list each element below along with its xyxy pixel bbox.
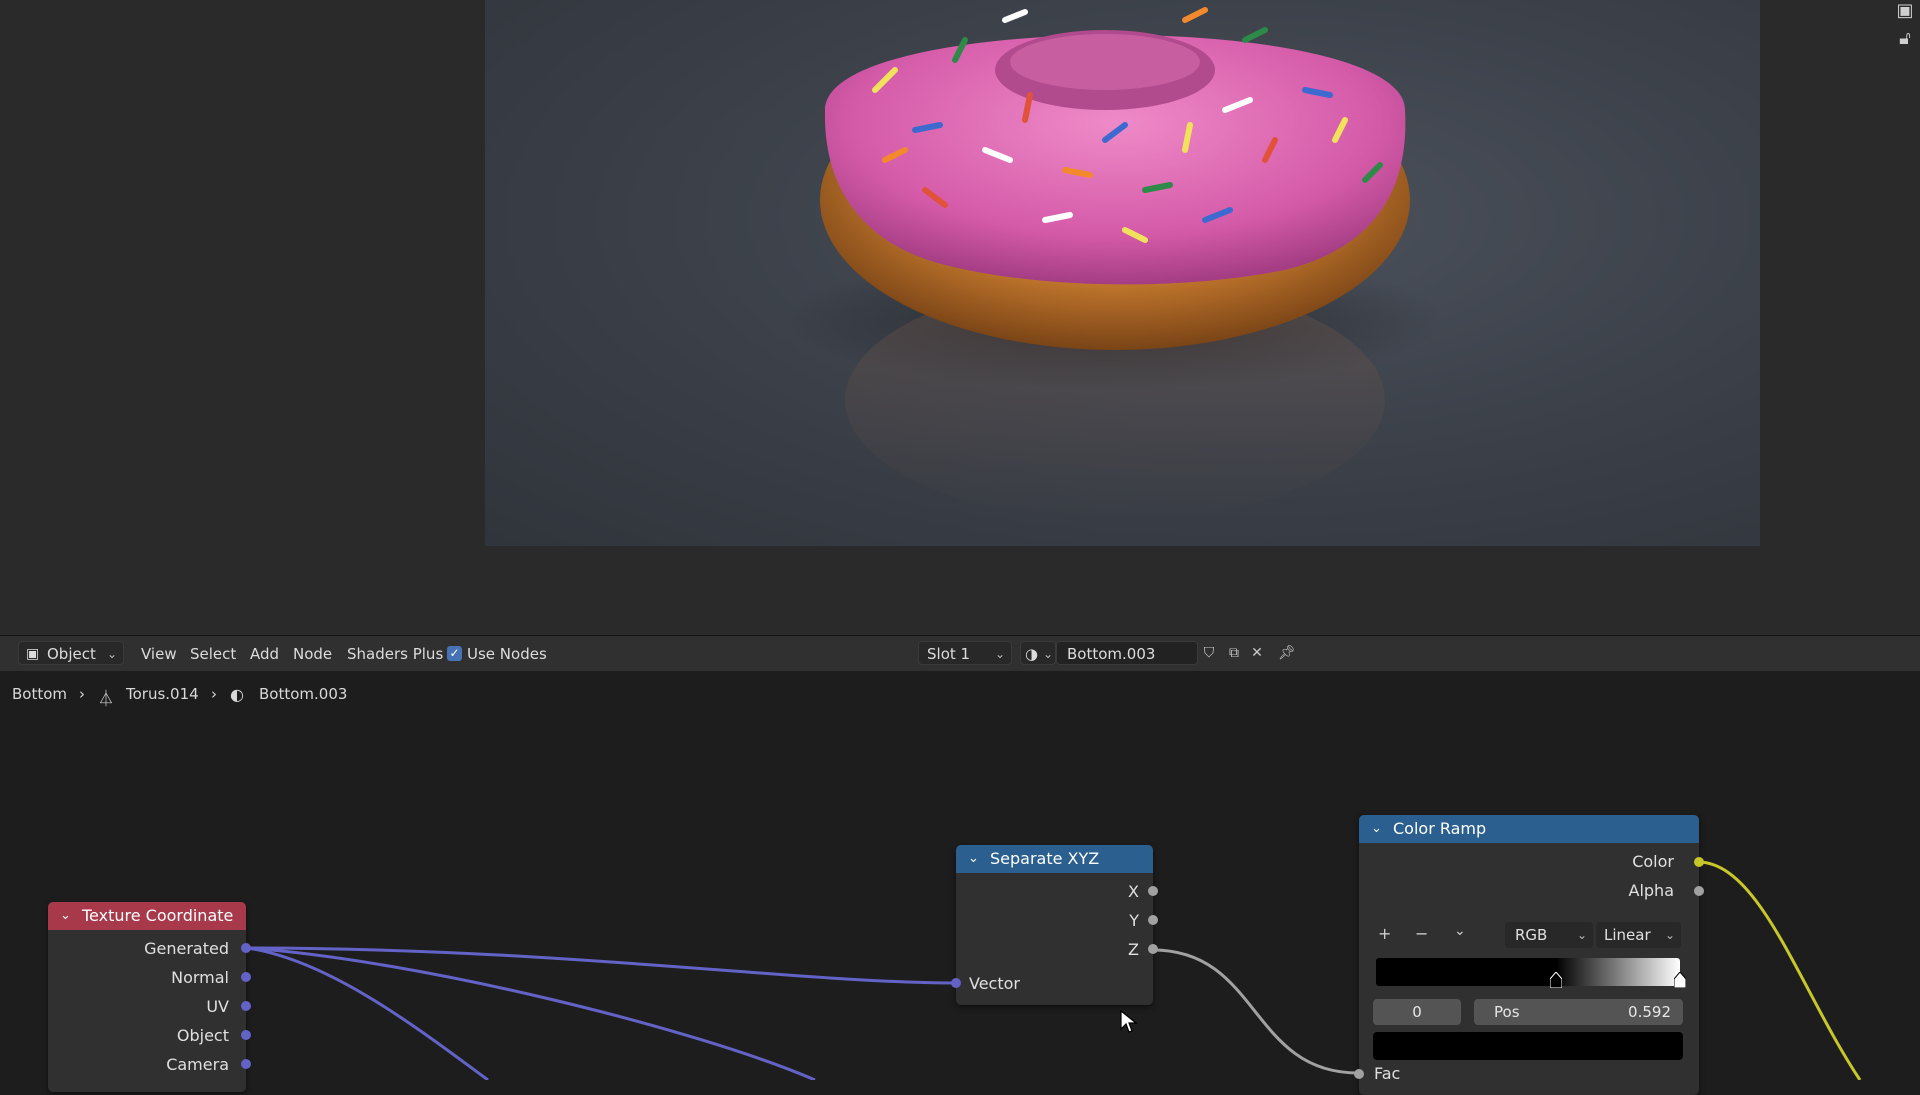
socket-uv[interactable]	[241, 1001, 251, 1011]
menu-node[interactable]: Node	[293, 645, 332, 663]
output-label-alpha: Alpha	[1628, 881, 1675, 900]
output-label-color: Color	[1632, 852, 1674, 871]
pos-label: Pos	[1494, 1003, 1520, 1021]
color-mode-select[interactable]: RGB ⌄	[1505, 922, 1593, 948]
menu-shaders-plus[interactable]: Shaders Plus	[347, 645, 443, 663]
use-nodes-label: Use Nodes	[467, 645, 547, 663]
material-name: Bottom.003	[1067, 645, 1156, 663]
render-preview[interactable]	[485, 0, 1760, 546]
viewport[interactable]: ▣ 🔓︎	[0, 0, 1920, 635]
socket-y[interactable]	[1148, 915, 1158, 925]
chevron-down-icon[interactable]: ⌄	[968, 845, 979, 873]
material-sphere-icon: ◐	[230, 685, 244, 704]
stop-position-field[interactable]: Pos 0.592	[1474, 999, 1683, 1025]
material-sphere-icon: ◑	[1025, 645, 1039, 663]
menu-view[interactable]: View	[141, 645, 177, 663]
ramp-stop-white[interactable]	[1673, 971, 1687, 989]
output-label-normal: Normal	[171, 968, 229, 987]
active-stop-index: 0	[1412, 1003, 1422, 1021]
socket-fac[interactable]	[1354, 1069, 1364, 1079]
output-label-generated: Generated	[144, 939, 229, 958]
socket-color[interactable]	[1694, 857, 1704, 867]
fake-user-shield-icon[interactable]: ⛉	[1199, 643, 1219, 663]
texture-coordinate-node[interactable]: ⌄ Texture Coordinate Generated Normal UV…	[48, 902, 251, 1092]
material-name-field[interactable]: Bottom.003	[1056, 641, 1198, 665]
interpolation-select[interactable]: Linear ⌄	[1596, 922, 1681, 948]
color-ramp-header[interactable]: ⌄ Color Ramp	[1359, 815, 1699, 843]
node-title: Separate XYZ	[990, 849, 1100, 868]
material-browse-button[interactable]: ◑ ⌄	[1020, 641, 1056, 665]
mesh-icon: ⏃	[98, 689, 115, 708]
separate-xyz-node[interactable]: ⌄ Separate XYZ X Y Z Vector	[951, 845, 1158, 1005]
chevron-down-icon[interactable]: ⌄	[60, 902, 71, 930]
menu-select[interactable]: Select	[190, 645, 236, 663]
breadcrumb-item-object[interactable]: Bottom	[12, 685, 67, 703]
camera-icon[interactable]: ▣	[1894, 0, 1916, 22]
socket-alpha[interactable]	[1694, 886, 1704, 896]
chevron-down-icon: ⌄	[1042, 647, 1053, 661]
viewport-side-icons: ▣ 🔓︎	[1886, 0, 1920, 60]
node-title: Texture Coordinate	[82, 906, 234, 925]
socket-vector[interactable]	[951, 978, 961, 988]
chevron-down-icon: ⌄	[106, 647, 117, 661]
ramp-stop-black[interactable]	[1549, 971, 1563, 989]
duplicate-material-icon[interactable]: ⧉	[1224, 643, 1244, 663]
output-label-y: Y	[1129, 911, 1139, 930]
output-label-uv: UV	[206, 997, 229, 1016]
socket-normal[interactable]	[241, 972, 251, 982]
donut-render	[785, 7, 1445, 520]
chevron-down-icon: ⌄	[1576, 928, 1587, 942]
socket-z[interactable]	[1148, 944, 1158, 954]
output-label-x: X	[1128, 882, 1139, 901]
mouse-cursor-icon	[1120, 1010, 1138, 1033]
node-editor-header: ▣ Object ⌄ View Select Add Node Shaders …	[0, 635, 1920, 673]
texture-coordinate-header[interactable]: ⌄ Texture Coordinate	[48, 902, 246, 930]
chevron-down-icon: ⌄	[994, 647, 1005, 661]
unlink-material-close-icon[interactable]: ✕	[1247, 643, 1267, 663]
slot-dropdown[interactable]: Slot 1 ⌄	[918, 641, 1012, 665]
remove-stop-button[interactable]: −	[1415, 924, 1428, 943]
color-ramp-node[interactable]: ⌄ Color Ramp Color Alpha + − ⌄ RGB ⌄ Lin…	[1354, 815, 1704, 1095]
breadcrumb-separator-icon: ›	[79, 685, 85, 703]
object-mode-dropdown[interactable]: ▣ Object ⌄	[18, 641, 124, 665]
socket-x[interactable]	[1148, 886, 1158, 896]
lock-icon[interactable]: 🔓︎	[1894, 28, 1916, 50]
chevron-down-icon: ⌄	[1664, 928, 1675, 942]
color-ramp-gradient[interactable]	[1376, 958, 1680, 986]
node-title: Color Ramp	[1393, 819, 1487, 838]
add-stop-button[interactable]: +	[1378, 924, 1391, 943]
breadcrumb-item-mesh[interactable]: Torus.014	[126, 685, 199, 703]
breadcrumb-separator-icon: ›	[211, 685, 217, 703]
use-nodes-checkbox[interactable]: ✓	[447, 646, 462, 661]
socket-generated[interactable]	[241, 943, 251, 953]
pin-icon[interactable]: 📌︎	[1277, 643, 1297, 663]
slot-label: Slot 1	[927, 645, 971, 663]
socket-camera[interactable]	[241, 1059, 251, 1069]
input-label-vector: Vector	[969, 974, 1020, 993]
stop-color-swatch[interactable]	[1373, 1032, 1683, 1060]
object-icon: ▣	[26, 646, 40, 662]
output-label-object: Object	[176, 1026, 229, 1045]
separate-xyz-header[interactable]: ⌄ Separate XYZ	[956, 845, 1153, 873]
menu-add[interactable]: Add	[250, 645, 279, 663]
input-label-fac: Fac	[1374, 1064, 1401, 1083]
object-mode-label: Object	[47, 645, 96, 663]
breadcrumb-item-material[interactable]: Bottom.003	[259, 685, 347, 703]
pos-value: 0.592	[1628, 1003, 1671, 1021]
socket-object[interactable]	[241, 1030, 251, 1040]
interpolation-value: Linear	[1604, 926, 1651, 944]
active-stop-index-field[interactable]: 0	[1373, 999, 1461, 1025]
output-label-z: Z	[1128, 940, 1139, 959]
chevron-down-icon[interactable]: ⌄	[1371, 815, 1382, 843]
color-mode-value: RGB	[1515, 926, 1548, 944]
ramp-specials-chevron-icon[interactable]: ⌄	[1454, 923, 1466, 939]
output-label-camera: Camera	[166, 1055, 229, 1074]
